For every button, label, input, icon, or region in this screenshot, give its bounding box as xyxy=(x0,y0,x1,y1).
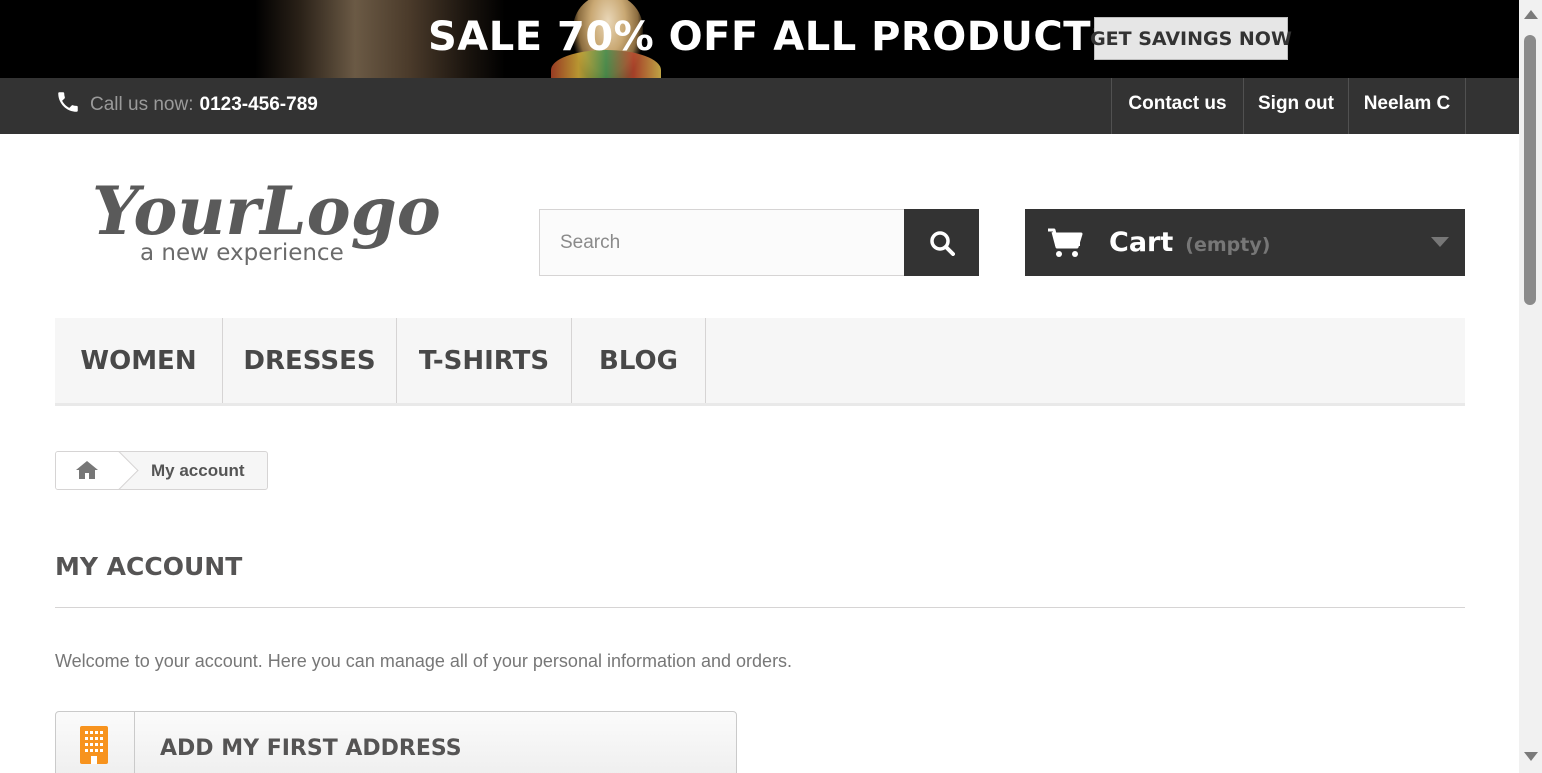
menu-item-women[interactable]: WOMEN xyxy=(55,318,223,403)
contact-us-link[interactable]: Contact us xyxy=(1112,78,1244,134)
sign-out-link[interactable]: Sign out xyxy=(1244,78,1349,134)
breadcrumb: My account xyxy=(55,451,268,490)
menu-item-t-shirts[interactable]: T-SHIRTS xyxy=(397,318,572,403)
get-savings-button[interactable]: GET SAVINGS NOW xyxy=(1090,17,1292,60)
add-first-address-label: ADD MY FIRST ADDRESS xyxy=(160,736,462,761)
scroll-up-arrow-icon[interactable] xyxy=(1524,10,1538,19)
search-input[interactable] xyxy=(539,209,905,276)
search-button[interactable] xyxy=(904,209,979,276)
chevron-down-icon xyxy=(1431,237,1449,247)
cart-icon xyxy=(1048,228,1083,257)
logo-tagline: a new experience xyxy=(140,240,344,266)
call-us-label: Call us now: xyxy=(90,94,194,115)
store-logo[interactable]: YourLogo a new experience xyxy=(88,168,440,268)
banner-headline: SALE 70% OFF ALL PRODUCTS xyxy=(428,14,1121,60)
phone-number: 0123-456-789 xyxy=(199,94,318,115)
heading-divider xyxy=(55,607,1465,608)
scrollbar-thumb[interactable] xyxy=(1524,35,1536,305)
cart-button[interactable]: Cart (empty) xyxy=(1025,209,1465,276)
add-first-address-button[interactable]: ADD MY FIRST ADDRESS xyxy=(55,711,737,773)
account-action-icon-cell xyxy=(56,712,135,773)
category-menu: WOMEN DRESSES T-SHIRTS BLOG xyxy=(55,318,1465,406)
account-links: Contact us Sign out Neelam C xyxy=(1111,78,1466,134)
call-us-info: Call us now: 0123-456-789 xyxy=(55,88,318,116)
menu-item-blog[interactable]: BLOG xyxy=(572,318,706,403)
building-icon xyxy=(80,726,108,764)
user-account-link[interactable]: Neelam C xyxy=(1349,78,1466,134)
promo-banner[interactable]: SALE 70% OFF ALL PRODUCTS GET SAVINGS NO… xyxy=(0,0,1519,78)
welcome-message: Welcome to your account. Here you can ma… xyxy=(55,651,793,671)
page-scrollbar[interactable] xyxy=(1519,0,1542,773)
page-title: MY ACCOUNT xyxy=(55,552,243,581)
scroll-down-arrow-icon[interactable] xyxy=(1524,752,1538,761)
menu-item-dresses[interactable]: DRESSES xyxy=(223,318,397,403)
cart-status: (empty) xyxy=(1185,233,1271,256)
phone-icon xyxy=(58,92,78,112)
logo-main-text: YourLogo xyxy=(92,172,440,250)
breadcrumb-current: My account xyxy=(151,461,245,480)
top-nav-bar: Call us now: 0123-456-789 Contact us Sig… xyxy=(0,78,1519,134)
search-icon xyxy=(929,230,955,256)
home-icon[interactable] xyxy=(75,460,99,480)
cart-label: Cart xyxy=(1109,227,1174,258)
